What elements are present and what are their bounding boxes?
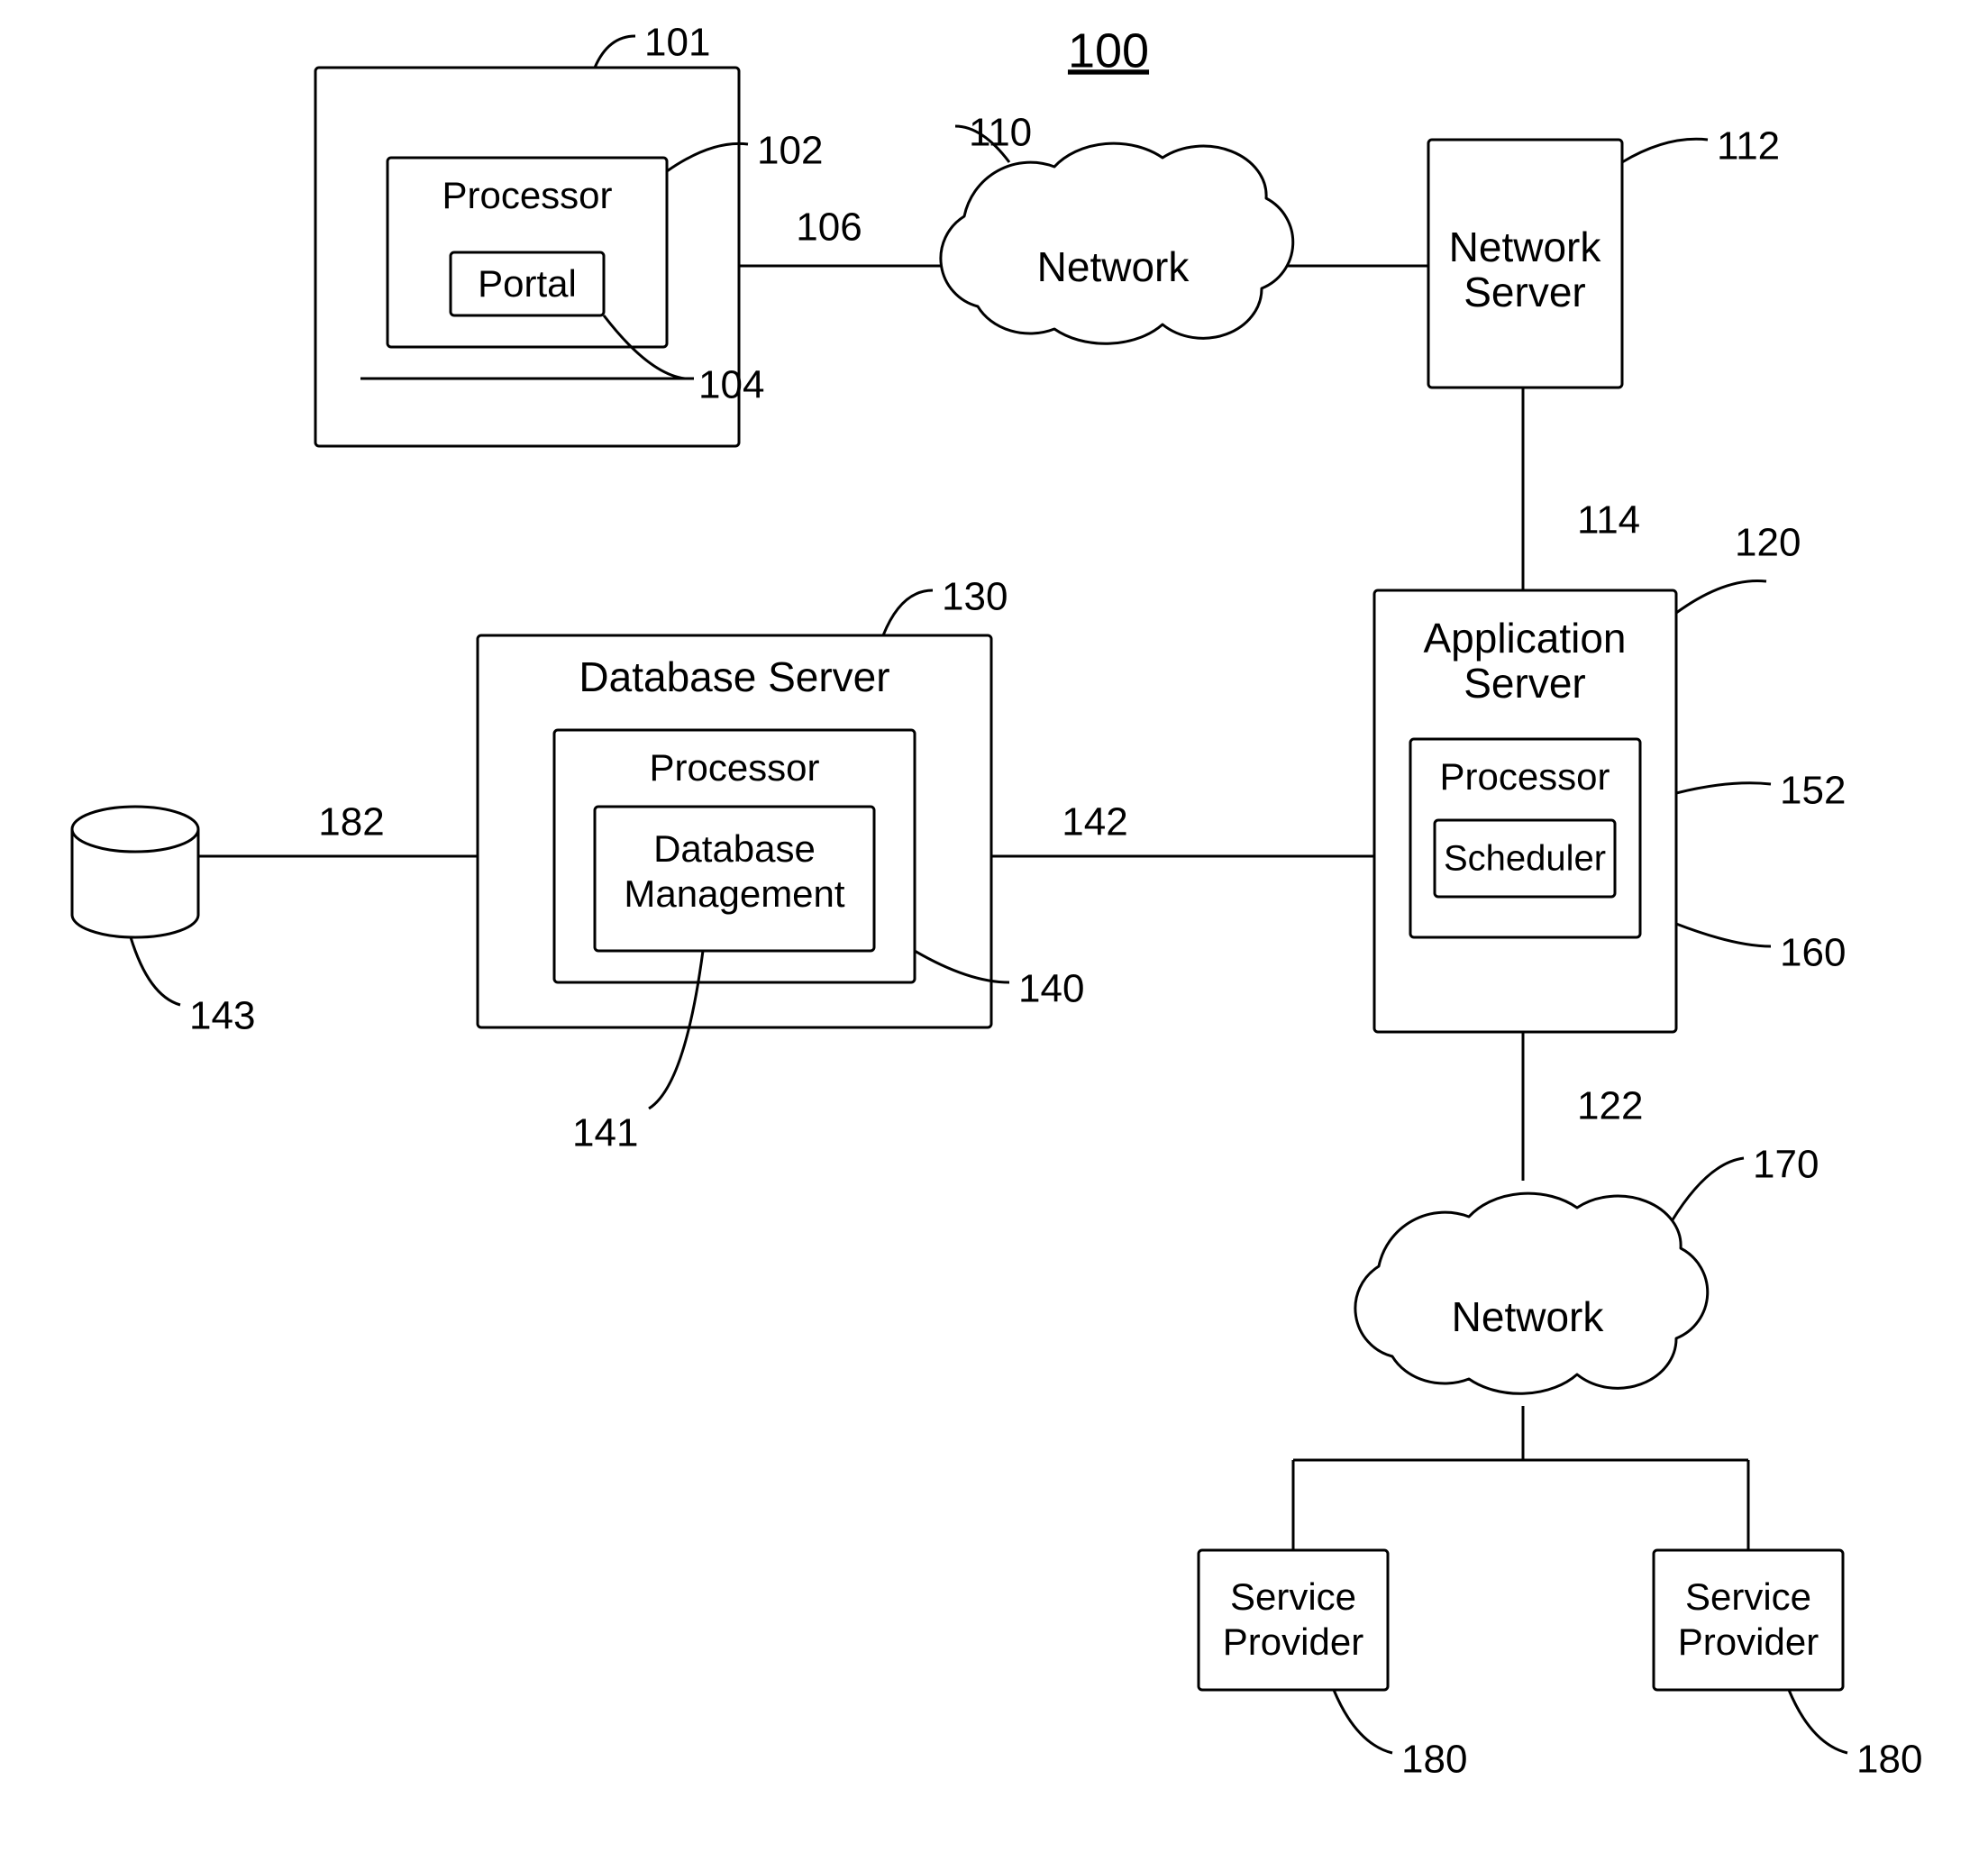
ref-112: 112 <box>1717 124 1780 169</box>
sp-right-l2: Provider <box>1678 1620 1819 1663</box>
sp-left-l2: Provider <box>1223 1620 1363 1663</box>
ref-180-left: 180 <box>1401 1738 1467 1782</box>
sp-right-l1: Service <box>1685 1575 1811 1618</box>
processor-label-2: Processor <box>649 746 819 789</box>
ref-130: 130 <box>942 575 1008 619</box>
portal-label: Portal <box>478 262 577 305</box>
ref-102: 102 <box>757 129 823 173</box>
ref-104: 104 <box>698 363 764 407</box>
figure-title: 100 <box>1068 23 1149 78</box>
database-server-label: Database Server <box>579 653 889 700</box>
app-server-label-2: Server <box>1464 660 1585 707</box>
ref-101: 101 <box>644 21 710 65</box>
processor-label-3: Processor <box>1439 755 1610 798</box>
db-mgmt-label-2: Management <box>624 872 844 915</box>
ref-160: 160 <box>1780 931 1846 975</box>
ref-122: 122 <box>1577 1084 1643 1128</box>
scheduler-label: Scheduler <box>1444 839 1606 879</box>
ref-142: 142 <box>1062 800 1127 844</box>
processor-label-1: Processor <box>442 174 612 216</box>
app-server-label-1: Application <box>1423 615 1626 662</box>
ref-106: 106 <box>796 205 862 250</box>
database-cylinder <box>72 807 198 937</box>
ref-182: 182 <box>318 800 384 844</box>
ref-120: 120 <box>1735 521 1801 565</box>
ref-141: 141 <box>572 1111 638 1155</box>
db-mgmt-label-1: Database <box>653 827 816 870</box>
network-server-label-2: Server <box>1464 269 1585 315</box>
ref-114: 114 <box>1577 498 1640 543</box>
network-label-1: Network <box>1037 243 1190 290</box>
ref-110: 110 <box>969 111 1032 155</box>
ref-152: 152 <box>1780 769 1846 813</box>
ref-140: 140 <box>1018 967 1084 1011</box>
ref-143: 143 <box>189 994 255 1038</box>
ref-170: 170 <box>1753 1143 1819 1187</box>
ref-180-right: 180 <box>1856 1738 1922 1782</box>
sp-left-l1: Service <box>1230 1575 1356 1618</box>
network-label-2: Network <box>1452 1293 1605 1340</box>
network-server-label-1: Network <box>1449 224 1602 270</box>
